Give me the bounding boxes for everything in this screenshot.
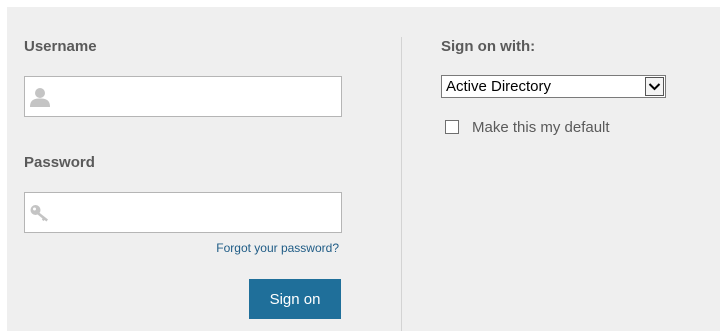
- default-checkbox-label: Make this my default: [472, 119, 610, 136]
- sign-on-with-label: Sign on with:: [441, 38, 536, 55]
- forgot-password-link[interactable]: Forgot your password?: [150, 241, 339, 255]
- chevron-down-icon[interactable]: [645, 77, 664, 96]
- key-icon: [29, 202, 51, 224]
- username-label: Username: [24, 38, 97, 55]
- default-checkbox[interactable]: [445, 120, 459, 134]
- sign-on-button[interactable]: Sign on: [249, 279, 341, 319]
- username-field[interactable]: [24, 76, 342, 117]
- selected-method: Active Directory: [446, 78, 552, 95]
- password-label: Password: [24, 154, 95, 171]
- password-input[interactable]: [59, 193, 337, 232]
- username-input[interactable]: [59, 77, 337, 116]
- sign-on-method-select[interactable]: Active Directory: [441, 75, 666, 98]
- user-icon: [29, 86, 51, 108]
- password-field[interactable]: [24, 192, 342, 233]
- column-divider: [401, 37, 402, 331]
- login-panel: [7, 7, 720, 331]
